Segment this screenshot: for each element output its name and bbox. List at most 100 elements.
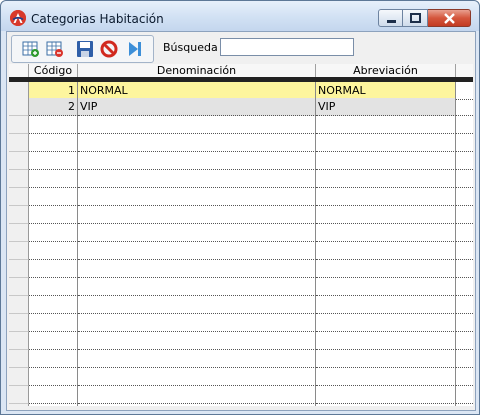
maximize-button[interactable]: [403, 9, 428, 27]
cell-abreviacion[interactable]: VIP: [316, 98, 456, 116]
empty-cell: [29, 242, 78, 260]
close-button[interactable]: [428, 9, 471, 27]
caption-buttons: [378, 9, 471, 28]
empty-cell: [316, 188, 456, 206]
column-header-abreviacion[interactable]: Abreviación: [316, 64, 456, 77]
empty-cell: [78, 116, 316, 134]
title-bar[interactable]: Categorias Habitación: [1, 1, 479, 31]
empty-cell: [316, 332, 456, 350]
empty-cell: [29, 278, 78, 296]
table-row[interactable]: 1 NORMAL NORMAL: [9, 80, 473, 100]
minimize-button[interactable]: [378, 9, 403, 27]
cell-filler: [456, 98, 473, 116]
empty-cell: [78, 296, 316, 314]
grid-header: Código Denominación Abreviación: [9, 64, 473, 80]
empty-cell: [9, 152, 29, 170]
categories-grid: Código Denominación Abreviación 1 NORMAL…: [9, 64, 473, 406]
empty-cell: [456, 314, 473, 332]
empty-cell: [456, 206, 473, 224]
empty-cell: [316, 404, 456, 406]
empty-cell: [456, 296, 473, 314]
empty-cell: [316, 296, 456, 314]
empty-cell: [9, 134, 29, 152]
empty-cell: [29, 134, 78, 152]
empty-cell: [78, 188, 316, 206]
empty-cell: [29, 152, 78, 170]
empty-cell: [29, 260, 78, 278]
empty-cell: [316, 368, 456, 386]
delete-record-icon: [46, 41, 63, 57]
empty-cell: [9, 278, 29, 296]
empty-row: [9, 170, 473, 188]
window-content: Búsqueda Código Denominación Abreviación…: [6, 31, 476, 411]
empty-cell: [9, 350, 29, 368]
add-record-icon: [22, 41, 39, 57]
empty-cell: [9, 224, 29, 242]
empty-row: [9, 152, 473, 170]
empty-cell: [29, 206, 78, 224]
empty-cell: [9, 188, 29, 206]
empty-cell: [456, 404, 473, 406]
cell-codigo[interactable]: 2: [29, 98, 78, 116]
empty-cell: [78, 332, 316, 350]
empty-cell: [456, 152, 473, 170]
empty-cell: [78, 314, 316, 332]
empty-cell: [29, 332, 78, 350]
add-record-button[interactable]: [22, 40, 40, 58]
search-label: Búsqueda: [163, 41, 218, 54]
empty-cell: [316, 152, 456, 170]
next-icon: [129, 42, 141, 56]
empty-cell: [456, 134, 473, 152]
row-indicator-header: [9, 64, 29, 77]
save-button[interactable]: [76, 40, 94, 58]
table-row[interactable]: 2 VIP VIP: [9, 98, 473, 116]
cancel-button[interactable]: [100, 40, 118, 58]
row-indicator[interactable]: [9, 98, 29, 116]
search-input[interactable]: [220, 38, 354, 56]
empty-row: [9, 206, 473, 224]
empty-cell: [9, 404, 29, 406]
toolbar: [11, 35, 154, 63]
empty-row: [9, 188, 473, 206]
empty-cell: [78, 350, 316, 368]
column-header-denominacion[interactable]: Denominación: [78, 64, 316, 77]
empty-cell: [9, 206, 29, 224]
save-icon: [77, 41, 93, 57]
empty-cell: [456, 116, 473, 134]
empty-cell: [29, 170, 78, 188]
empty-cell: [456, 260, 473, 278]
empty-cell: [9, 242, 29, 260]
app-window: Categorias Habitación Búsqueda Código De…: [0, 0, 480, 415]
empty-cell: [29, 368, 78, 386]
empty-row: [9, 332, 473, 350]
empty-cell: [9, 260, 29, 278]
empty-row: [9, 386, 473, 404]
empty-cell: [316, 206, 456, 224]
empty-cell: [9, 314, 29, 332]
empty-cell: [29, 350, 78, 368]
empty-cell: [316, 260, 456, 278]
column-header-codigo[interactable]: Código: [29, 64, 78, 77]
empty-cell: [316, 278, 456, 296]
delete-record-button[interactable]: [46, 40, 64, 58]
close-icon: [444, 13, 455, 24]
empty-cell: [316, 350, 456, 368]
empty-cell: [456, 386, 473, 404]
empty-cell: [78, 278, 316, 296]
empty-cell: [316, 134, 456, 152]
empty-cell: [456, 278, 473, 296]
empty-cell: [456, 224, 473, 242]
next-button[interactable]: [126, 40, 144, 58]
empty-row: [9, 242, 473, 260]
empty-cell: [78, 260, 316, 278]
empty-cell: [9, 386, 29, 404]
empty-cell: [78, 152, 316, 170]
maximize-icon: [410, 13, 421, 23]
window-title: Categorias Habitación: [31, 12, 164, 26]
empty-cell: [316, 170, 456, 188]
empty-cell: [9, 296, 29, 314]
cell-denominacion[interactable]: VIP: [78, 98, 316, 116]
empty-row: [9, 116, 473, 134]
empty-cell: [78, 368, 316, 386]
empty-cell: [78, 224, 316, 242]
